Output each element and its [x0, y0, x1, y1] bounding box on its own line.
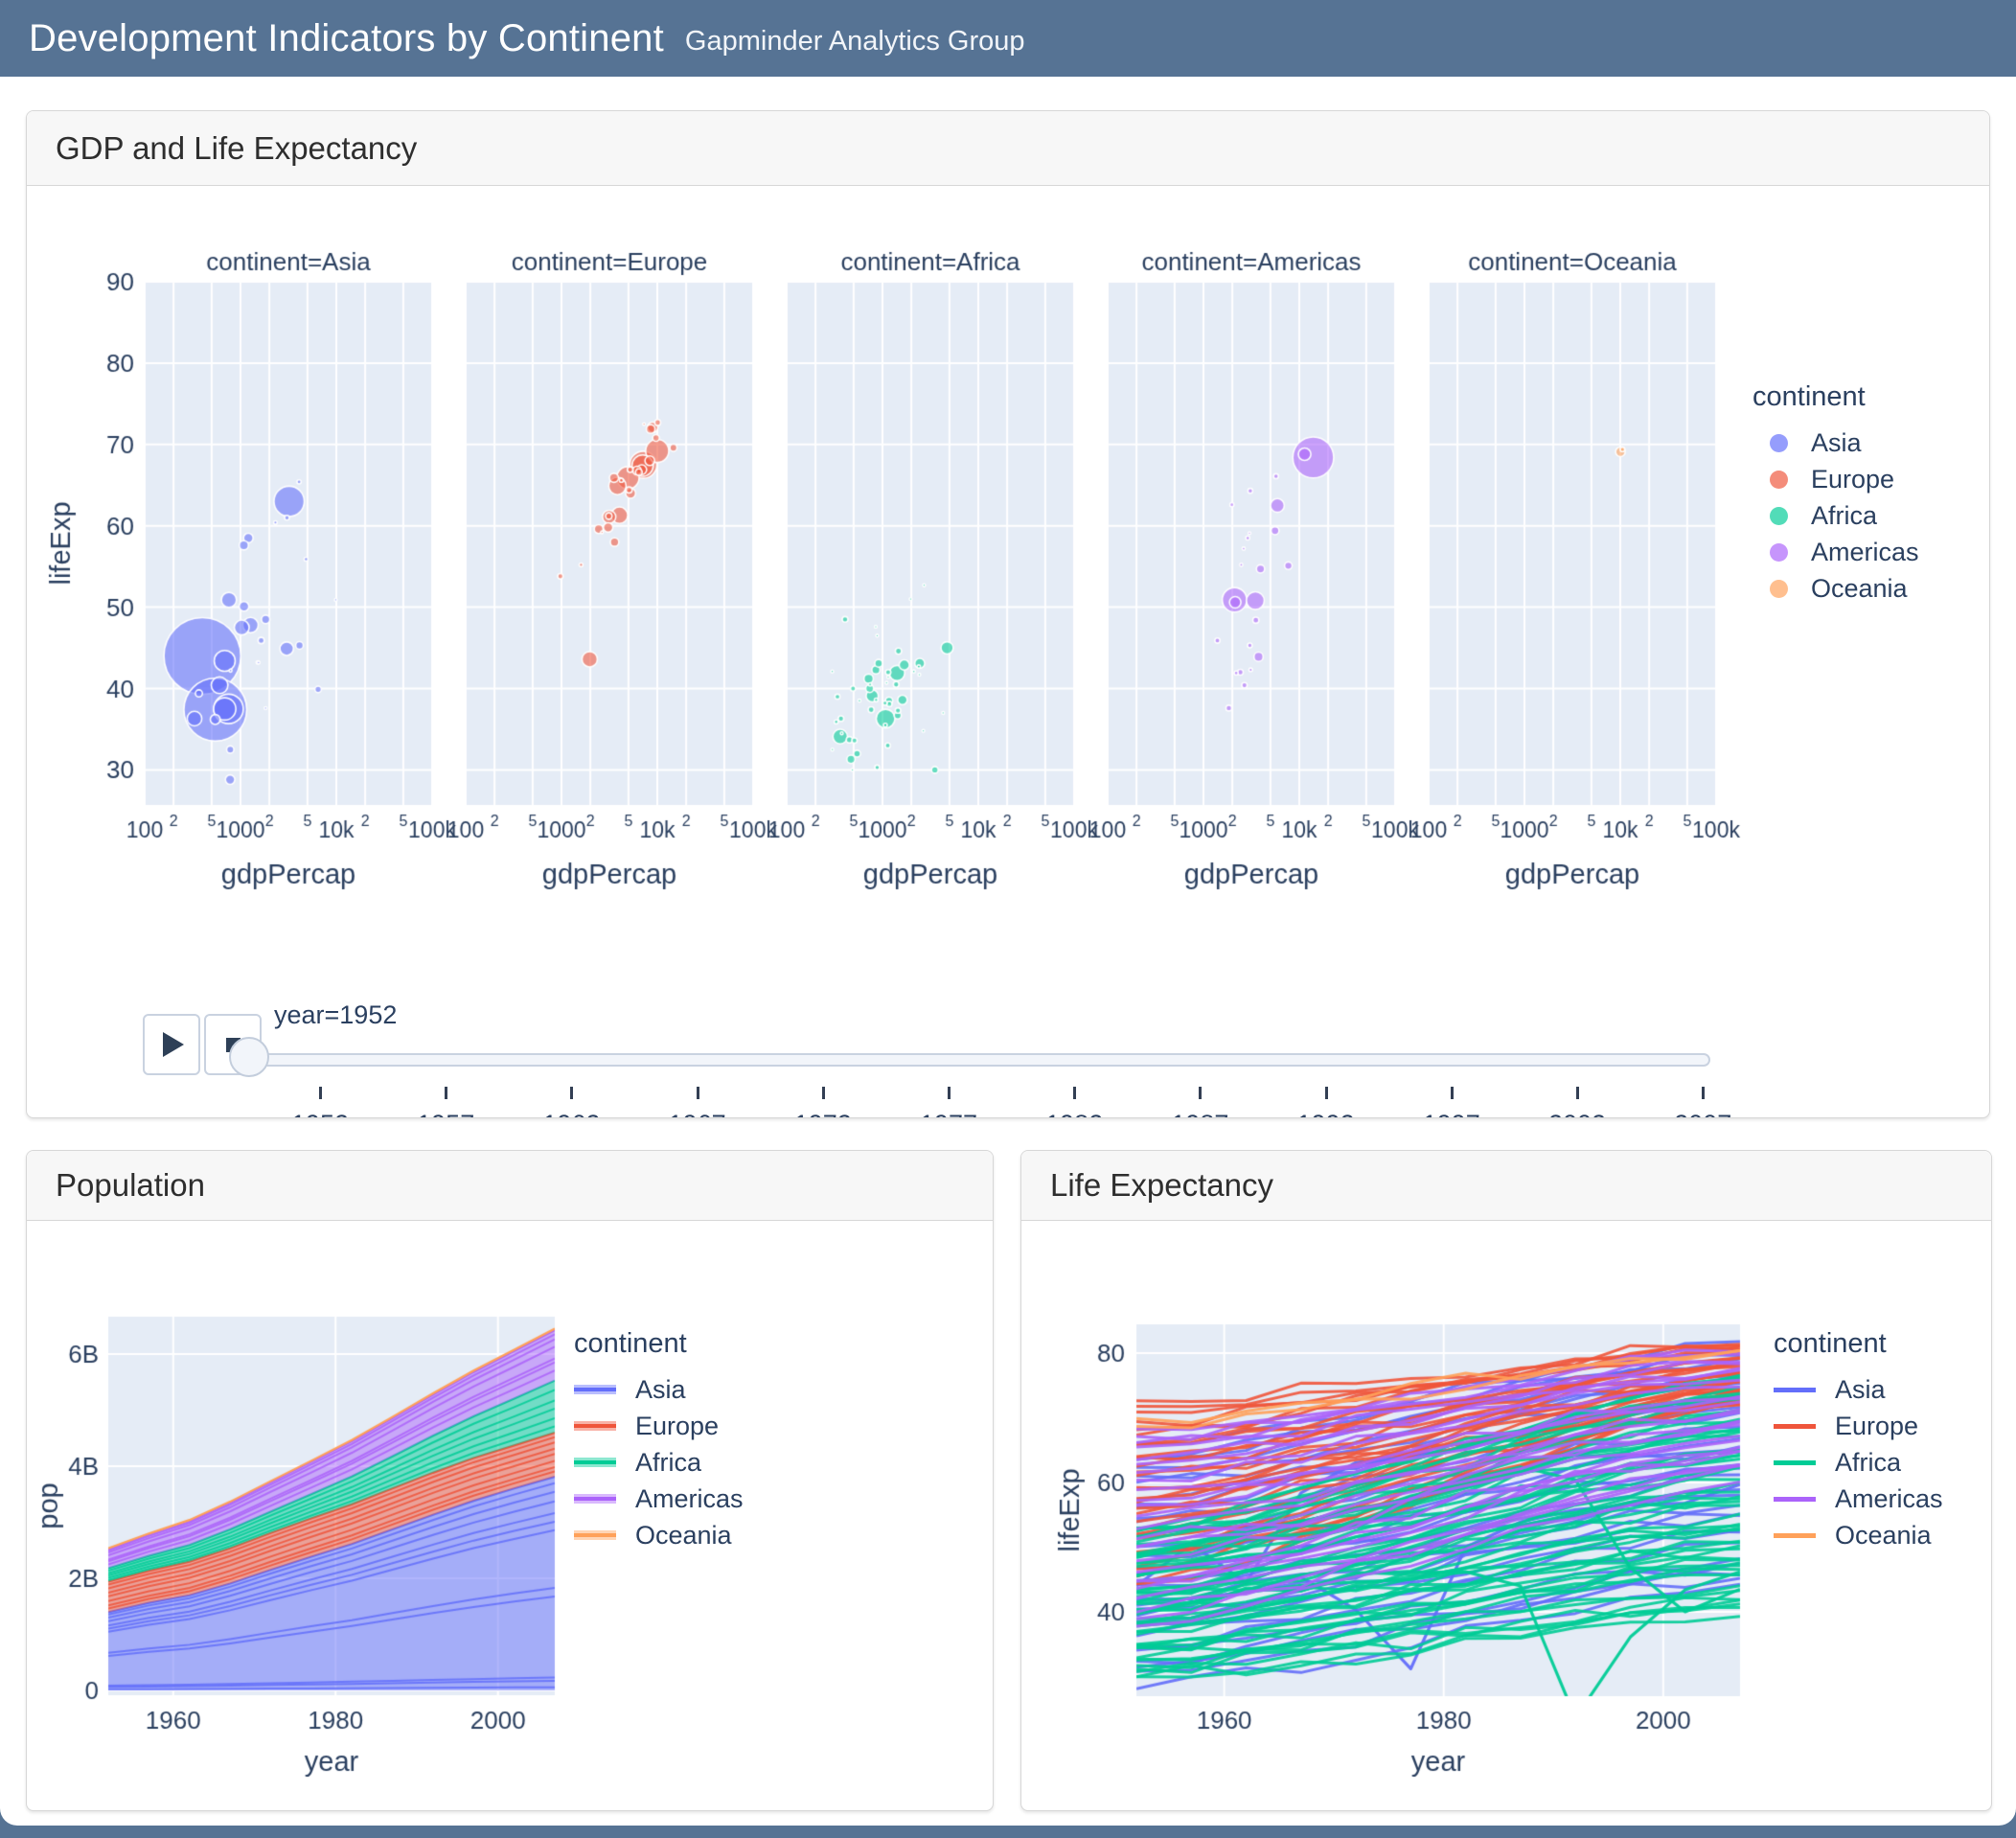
life-legend-item-asia[interactable]: Asia — [1774, 1371, 1943, 1408]
americas-swatch-icon — [1770, 543, 1788, 562]
legend-label: Europe — [1835, 1412, 1918, 1441]
slider-tick — [1702, 1087, 1705, 1099]
slider-tick-label: 1972 — [794, 1110, 852, 1118]
slider-tick-label: 1952 — [291, 1110, 349, 1118]
oceania-swatch-icon — [1770, 580, 1788, 598]
slider-tick-label: 1982 — [1045, 1110, 1103, 1118]
life-legend-item-africa[interactable]: Africa — [1774, 1444, 1943, 1481]
gdp-legend-item-oceania[interactable]: Oceania — [1753, 570, 1919, 607]
app-title: Development Indicators by Continent — [29, 17, 664, 60]
life-legend-item-americas[interactable]: Americas — [1774, 1481, 1943, 1517]
year-slider-track[interactable] — [245, 1053, 1710, 1067]
gdp-legend-item-americas[interactable]: Americas — [1753, 534, 1919, 570]
legend-label: Africa — [635, 1448, 701, 1478]
legend-label: Oceania — [1811, 574, 1908, 604]
dashboard-page: Development Indicators by Continent Gapm… — [0, 0, 2016, 1838]
year-slider-handle[interactable] — [229, 1037, 269, 1077]
life-legend: continent Asia Europe Africa Americas Oceani… — [1774, 1328, 1943, 1553]
year-slider-label: year=1952 — [274, 1000, 397, 1030]
app-header: Development Indicators by Continent Gapm… — [0, 0, 2016, 77]
life-legend-item-europe[interactable]: Europe — [1774, 1408, 1943, 1444]
gdp-legend-item-asia[interactable]: Asia — [1753, 425, 1919, 461]
slider-tick — [822, 1087, 825, 1099]
slider-tick — [1199, 1087, 1202, 1099]
population-legend-item-asia[interactable]: Asia — [574, 1371, 744, 1408]
play-icon — [163, 1032, 184, 1057]
slider-tick — [319, 1087, 322, 1099]
life-legend-title: continent — [1774, 1328, 1943, 1360]
slider-tick — [445, 1087, 447, 1099]
population-card-header: Population — [27, 1151, 993, 1221]
slider-tick — [1325, 1087, 1328, 1099]
slider-tick-label: 1977 — [920, 1110, 977, 1118]
legend-label: Europe — [635, 1412, 719, 1441]
legend-label: Africa — [1835, 1448, 1901, 1478]
population-area-chart[interactable] — [27, 1221, 991, 1809]
slider-tick-label: 1997 — [1423, 1110, 1480, 1118]
gdp-legend-item-africa[interactable]: Africa — [1753, 497, 1919, 534]
content-sheet: GDP and Life Expectancy continent Asia Eu… — [0, 77, 2016, 1826]
gdp-card-header: GDP and Life Expectancy — [27, 111, 1989, 186]
life-card-title: Life Expectancy — [1050, 1167, 1273, 1204]
gdp-card-title: GDP and Life Expectancy — [56, 130, 417, 167]
asia-swatch-icon — [574, 1381, 616, 1398]
life-card-header: Life Expectancy — [1021, 1151, 1991, 1221]
slider-tick-label: 1962 — [542, 1110, 600, 1118]
slider-tick-label: 1957 — [417, 1110, 474, 1118]
legend-label: Asia — [635, 1375, 686, 1405]
asia-swatch-icon — [1774, 1388, 1816, 1392]
europe-swatch-icon — [1774, 1424, 1816, 1429]
gdp-legend-item-europe[interactable]: Europe — [1753, 461, 1919, 497]
slider-tick-label: 2002 — [1548, 1110, 1606, 1118]
play-button[interactable] — [143, 1014, 200, 1075]
app-subtitle: Gapminder Analytics Group — [685, 26, 1025, 57]
slider-tick — [948, 1087, 951, 1099]
gdp-life-card: GDP and Life Expectancy continent Asia Eu… — [26, 110, 1990, 1118]
gdp-scatter-chart[interactable] — [27, 186, 1987, 900]
legend-label: Asia — [1835, 1375, 1886, 1405]
europe-swatch-icon — [574, 1417, 616, 1435]
slider-tick — [1073, 1087, 1076, 1099]
gdp-legend-title: continent — [1753, 381, 1919, 413]
slider-tick-label: 2007 — [1674, 1110, 1731, 1118]
slider-tick-label: 1987 — [1171, 1110, 1228, 1118]
legend-label: Oceania — [1835, 1521, 1932, 1551]
population-legend-item-europe[interactable]: Europe — [574, 1408, 744, 1444]
population-card: Population continent Asia Europe Africa Ame… — [26, 1150, 994, 1811]
population-legend-item-africa[interactable]: Africa — [574, 1444, 744, 1481]
legend-label: Europe — [1811, 465, 1894, 494]
population-legend-title: continent — [574, 1328, 744, 1360]
slider-tick — [697, 1087, 699, 1099]
africa-swatch-icon — [1770, 507, 1788, 525]
americas-swatch-icon — [574, 1490, 616, 1507]
population-card-title: Population — [56, 1167, 205, 1204]
life-expectancy-card: Life Expectancy continent Asia Europe Afri… — [1020, 1150, 1992, 1811]
gdp-legend: continent Asia Europe Africa Americas Oceani… — [1753, 381, 1919, 607]
asia-swatch-icon — [1770, 434, 1788, 452]
population-legend: continent Asia Europe Africa Americas Oceani… — [574, 1328, 744, 1553]
africa-swatch-icon — [1774, 1460, 1816, 1465]
slider-tick-label: 1967 — [669, 1110, 726, 1118]
legend-label: Africa — [1811, 501, 1877, 531]
africa-swatch-icon — [574, 1454, 616, 1471]
europe-swatch-icon — [1770, 471, 1788, 489]
legend-label: Oceania — [635, 1521, 732, 1551]
americas-swatch-icon — [1774, 1497, 1816, 1502]
legend-label: Asia — [1811, 428, 1862, 458]
legend-label: Americas — [635, 1484, 744, 1514]
oceania-swatch-icon — [1774, 1533, 1816, 1538]
life-legend-item-oceania[interactable]: Oceania — [1774, 1517, 1943, 1553]
legend-label: Americas — [1811, 538, 1919, 567]
population-legend-item-oceania[interactable]: Oceania — [574, 1517, 744, 1553]
slider-tick-label: 1992 — [1297, 1110, 1355, 1118]
slider-tick — [1451, 1087, 1454, 1099]
slider-tick — [570, 1087, 573, 1099]
oceania-swatch-icon — [574, 1527, 616, 1544]
slider-tick — [1576, 1087, 1579, 1099]
population-legend-item-americas[interactable]: Americas — [574, 1481, 744, 1517]
legend-label: Americas — [1835, 1484, 1943, 1514]
